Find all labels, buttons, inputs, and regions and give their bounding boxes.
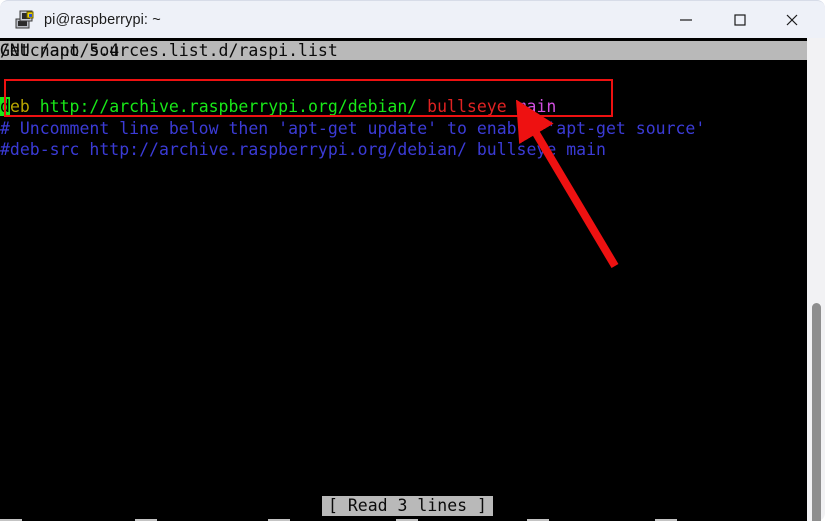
line-segment: #deb-src http://archive.raspberrypi.org/… [0, 140, 606, 159]
line-segment: # Uncomment line below then 'apt-get upd… [0, 119, 706, 138]
minimize-button[interactable] [663, 1, 709, 39]
maximize-icon [734, 14, 746, 26]
nano-filename-label: /etc/apt/sources.list.d/raspi.list [0, 41, 338, 60]
line-segment: http://archive.raspberrypi.org/debian/ [29, 97, 428, 116]
line-segment [507, 97, 517, 116]
window-title: pi@raspberrypi: ~ [44, 12, 161, 28]
status-message: [ Read 3 lines ] [322, 496, 493, 516]
editor-line-deb-src[interactable]: #deb-src http://archive.raspberrypi.org/… [0, 140, 606, 160]
line-segment: bullseye [427, 97, 507, 116]
minimize-icon [680, 19, 692, 21]
app-window: pi@raspberrypi: ~ GNU nano 5.4 /etc/apt/… [0, 0, 825, 521]
vertical-scrollbar-thumb[interactable] [812, 303, 821, 521]
terminal-viewport[interactable]: GNU nano 5.4 /etc/apt/sources.list.d/ras… [0, 38, 807, 521]
editor-line-comment[interactable]: # Uncomment line below then 'apt-get upd… [0, 119, 705, 139]
vertical-scrollbar-track[interactable] [807, 38, 825, 521]
editor-line-deb[interactable]: deb http://archive.raspberrypi.org/debia… [0, 97, 556, 117]
nano-header-bar: GNU nano 5.4 /etc/apt/sources.list.d/ras… [0, 41, 807, 60]
line-segment: main [516, 97, 557, 116]
close-button[interactable] [769, 1, 815, 39]
window-titlebar[interactable]: pi@raspberrypi: ~ [0, 0, 825, 39]
line-segment: eb [9, 97, 30, 116]
putty-terminal-icon [14, 9, 36, 31]
close-icon [786, 14, 798, 26]
maximize-button[interactable] [717, 1, 763, 39]
line-segment: d [0, 97, 10, 116]
